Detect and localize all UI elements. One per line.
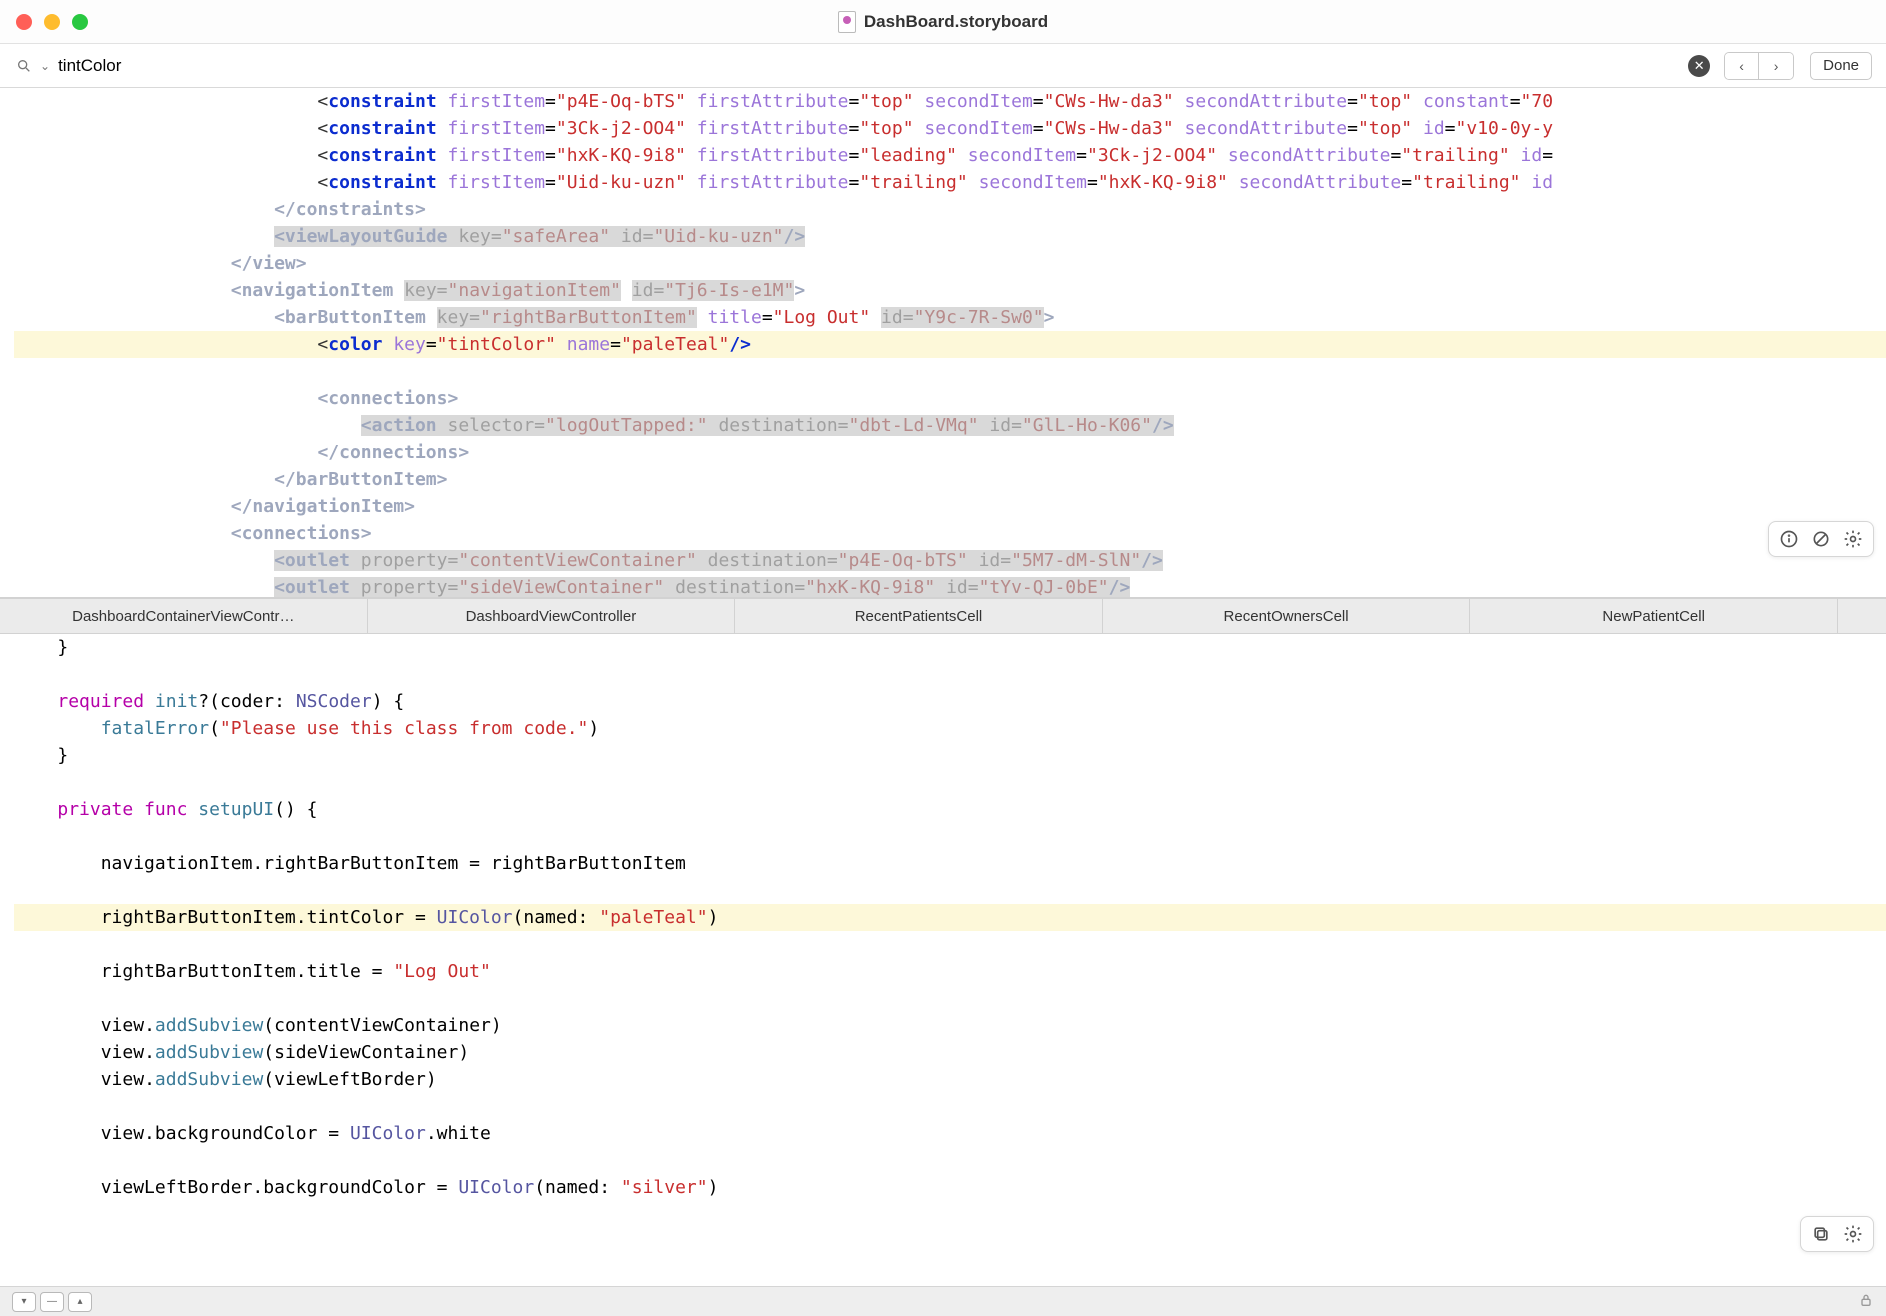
status-bar: ▾ — ▴ [0,1286,1886,1316]
maximize-button[interactable] [72,14,88,30]
find-next-button[interactable]: › [1759,53,1793,79]
search-options-chevron-icon[interactable]: ⌄ [40,59,50,73]
info-icon[interactable] [1775,526,1803,552]
find-previous-button[interactable]: ‹ [1725,53,1759,79]
tab-4[interactable]: NewPatientCell [1470,599,1838,633]
find-bar: ⌄ ✕ ‹ › Done [0,44,1886,88]
clear-search-button[interactable]: ✕ [1688,55,1710,77]
expand-up-icon[interactable]: ▴ [68,1292,92,1312]
swift-code[interactable]: } required init?(coder: NSCoder) { fatal… [0,634,1886,1201]
window-controls [0,14,88,30]
tab-1[interactable]: DashboardViewController [368,599,736,633]
storyboard-doc-icon [838,11,856,33]
collapse-icon[interactable]: — [40,1292,64,1312]
gear-icon[interactable] [1839,1221,1867,1247]
swift-editor-pane[interactable]: } required init?(coder: NSCoder) { fatal… [0,634,1886,1286]
lock-icon[interactable] [1858,1292,1874,1311]
done-button[interactable]: Done [1810,52,1872,80]
search-icon[interactable] [14,56,34,76]
xml-code[interactable]: <constraint firstItem="p4E-Oq-bTS" first… [0,88,1886,598]
title-bar: DashBoard.storyboard [0,0,1886,44]
xml-editor-pane[interactable]: <constraint firstItem="p4E-Oq-bTS" first… [0,88,1886,598]
tab-0[interactable]: DashboardContainerViewContr… [0,599,368,633]
minimize-button[interactable] [44,14,60,30]
expand-down-icon[interactable]: ▾ [12,1292,36,1312]
tab-bar: DashboardContainerViewContr… DashboardVi… [0,598,1886,634]
find-nav: ‹ › [1724,52,1794,80]
window-title-label: DashBoard.storyboard [864,12,1048,32]
editor-actions-top [1768,521,1874,557]
tab-3[interactable]: RecentOwnersCell [1103,599,1471,633]
window-title: DashBoard.storyboard [0,11,1886,33]
editor-actions-bottom [1800,1216,1874,1252]
copy-icon[interactable] [1807,1221,1835,1247]
no-symbol-icon[interactable] [1807,526,1835,552]
close-button[interactable] [16,14,32,30]
search-input[interactable] [58,56,1680,76]
gear-icon[interactable] [1839,526,1867,552]
tab-overflow[interactable] [1838,599,1886,633]
tab-2[interactable]: RecentPatientsCell [735,599,1103,633]
